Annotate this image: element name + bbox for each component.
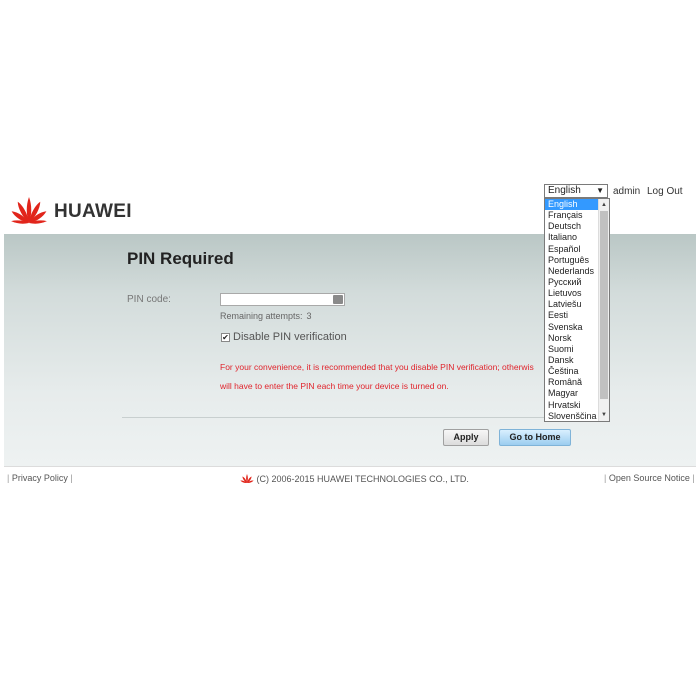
go-to-home-button[interactable]: Go to Home (499, 429, 571, 446)
remaining-attempts-value: 3 (306, 311, 312, 321)
language-option[interactable]: English (545, 199, 599, 211)
huawei-logo: HUAWEI (8, 193, 148, 227)
apply-button[interactable]: Apply (443, 429, 489, 446)
language-option[interactable]: Čeština (545, 366, 599, 377)
language-option[interactable]: Magyar (545, 388, 599, 399)
page-title: PIN Required (127, 249, 234, 268)
language-option[interactable]: Română (545, 377, 599, 388)
open-source-notice-link[interactable]: Open Source Notice (609, 473, 690, 483)
language-option[interactable]: Français (545, 210, 599, 221)
copyright-text: (C) 2006-2015 HUAWEI TECHNOLOGIES CO., L… (256, 474, 469, 484)
footer-divider (4, 466, 696, 467)
scroll-down-icon[interactable]: ▼ (599, 410, 609, 420)
disable-pin-checkbox[interactable]: ✔ (221, 333, 230, 342)
language-option[interactable]: Suomi (545, 344, 599, 355)
language-option[interactable]: Nederlands (545, 266, 599, 277)
remaining-attempts-label: Remaining attempts: (220, 311, 303, 321)
footer-privacy: | Privacy Policy | (7, 473, 73, 483)
language-option[interactable]: Español (545, 244, 599, 255)
footer-open-source: | Open Source Notice | (604, 473, 695, 483)
language-option[interactable]: Slovenščina (545, 411, 599, 422)
language-option[interactable]: Hrvatski (545, 400, 599, 411)
language-select-value: English (548, 185, 581, 196)
scrollbar-thumb[interactable] (600, 211, 608, 399)
username-label: admin (613, 186, 641, 197)
huawei-flower-icon (11, 197, 47, 224)
language-option[interactable]: Norsk (545, 333, 599, 344)
language-select[interactable]: English ▼ (544, 184, 608, 198)
disable-pin-label: Disable PIN verification (233, 331, 347, 343)
language-option[interactable]: Русский (545, 277, 599, 288)
language-option[interactable]: Latviešu (545, 299, 599, 310)
language-option[interactable]: Lietuvos (545, 288, 599, 299)
language-option[interactable]: Português (545, 255, 599, 266)
warning-text-line1: For your convenience, it is recommended … (220, 362, 534, 372)
privacy-policy-link[interactable]: Privacy Policy (12, 473, 68, 483)
divider (122, 417, 578, 418)
logout-link[interactable]: Log Out (647, 186, 683, 197)
warning-text-line2: will have to enter the PIN each time you… (220, 381, 449, 391)
pin-code-input[interactable] (220, 293, 345, 306)
language-option[interactable]: Svenska (545, 322, 599, 333)
dropdown-scrollbar[interactable]: ▲ ▼ (598, 199, 609, 421)
language-option[interactable]: Dansk (545, 355, 599, 366)
huawei-mini-logo-icon (240, 474, 254, 484)
language-option[interactable]: Italiano (545, 232, 599, 243)
scroll-up-icon[interactable]: ▲ (599, 200, 609, 210)
language-option[interactable]: Eesti (545, 310, 599, 321)
remaining-attempts: Remaining attempts: 3 (220, 311, 312, 321)
chevron-down-icon: ▼ (596, 186, 604, 195)
pin-code-label: PIN code: (127, 294, 171, 305)
language-dropdown-list[interactable]: English Français Deutsch Italiano Españo… (544, 198, 610, 422)
language-option[interactable]: Deutsch (545, 221, 599, 232)
footer-copyright: (C) 2006-2015 HUAWEI TECHNOLOGIES CO., L… (240, 473, 469, 484)
brand-name: HUAWEI (54, 201, 132, 222)
keyboard-icon[interactable] (333, 295, 343, 304)
